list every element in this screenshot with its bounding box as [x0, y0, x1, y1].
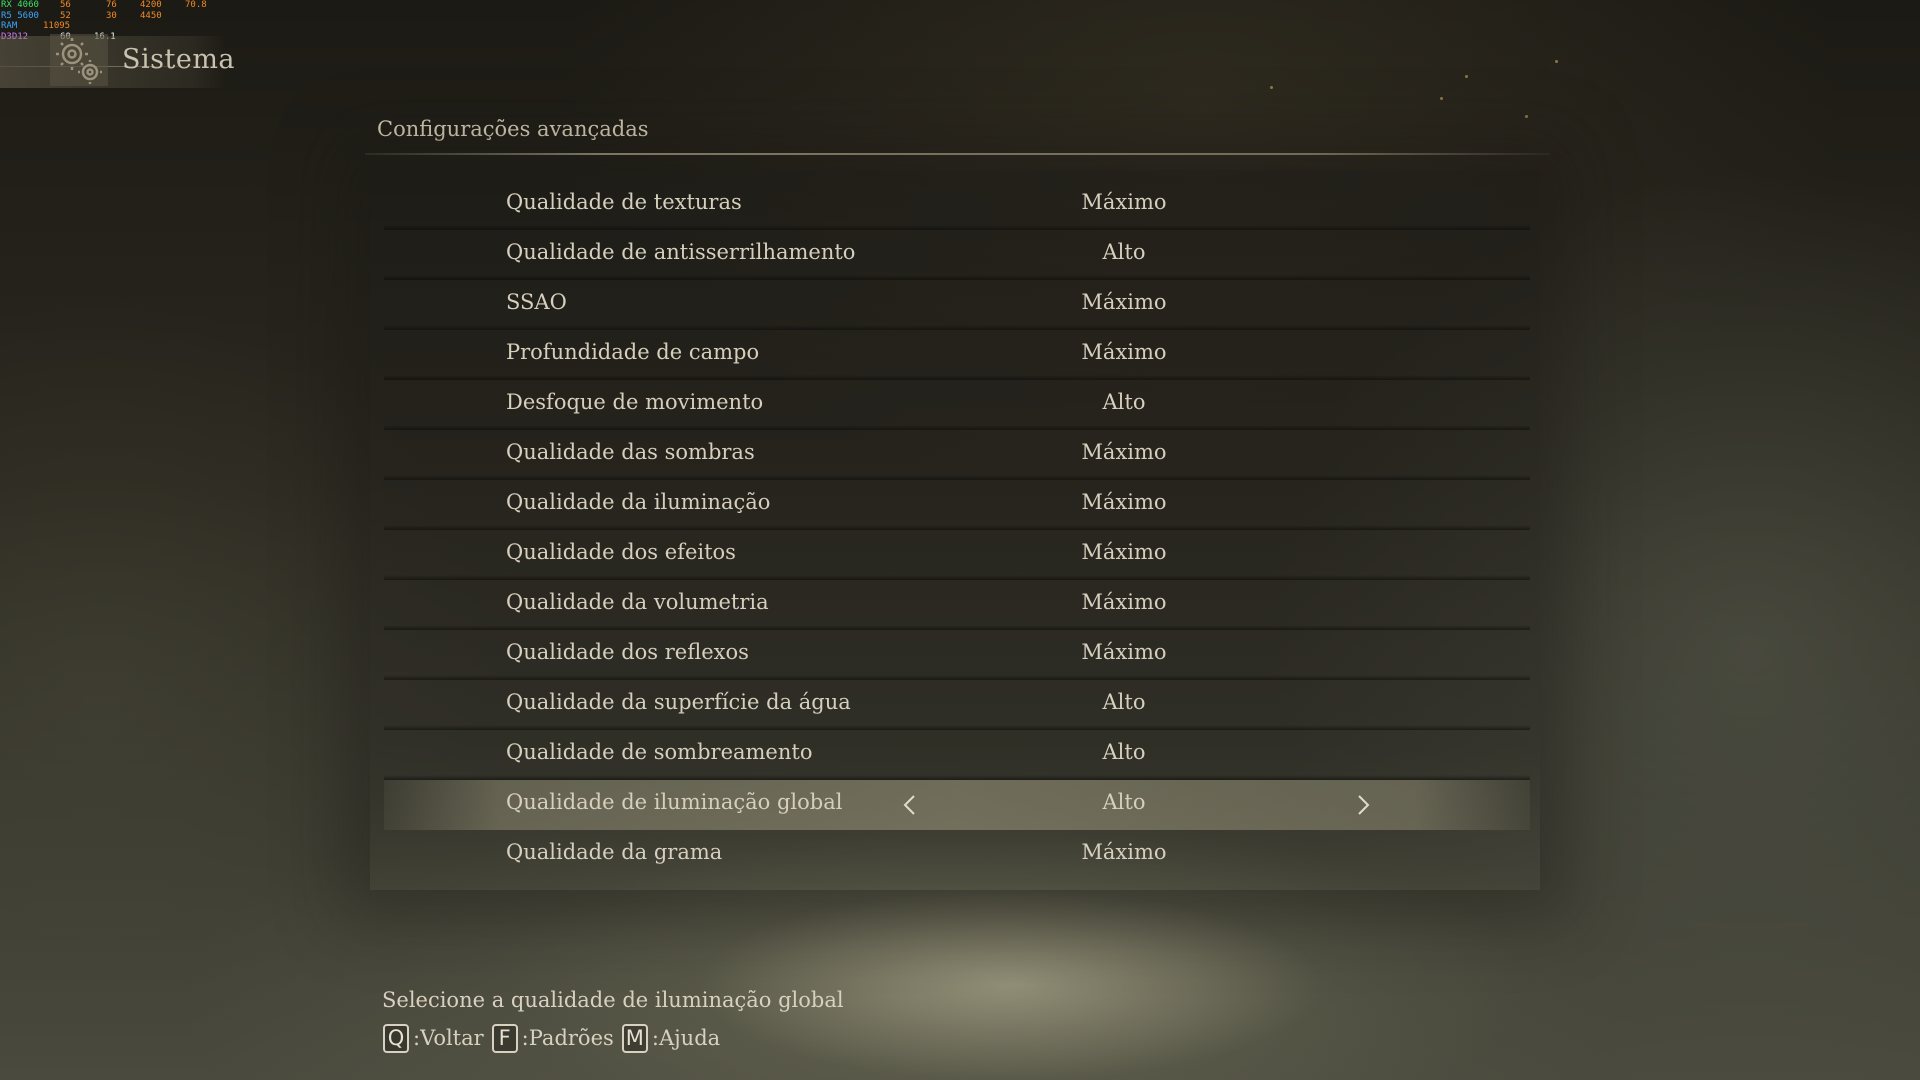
setting-row-shadow-quality[interactable]: Qualidade das sombras Máximo — [384, 430, 1530, 480]
page-title: Sistema — [122, 44, 236, 75]
key-q-icon[interactable]: Q — [383, 1023, 409, 1053]
settings-list: Qualidade de texturas Máximo Qualidade d… — [384, 180, 1530, 880]
setting-label: Qualidade de iluminação global — [506, 790, 843, 814]
osd-cpu-clock: 4450 — [140, 10, 162, 21]
setting-label: Qualidade de antisserrilhamento — [506, 240, 856, 264]
osd-gpu-label: RX 4060 — [1, 0, 39, 10]
osd-ram-row: RAM 11095 — [0, 21, 230, 32]
osd-gpu-row: RX 4060 56 76 4200 70.8 — [0, 0, 230, 11]
setting-row-effects-quality[interactable]: Qualidade dos efeitos Máximo — [384, 530, 1530, 580]
osd-cpu-load: 30 — [106, 10, 117, 21]
osd-cpu-temp: 52 — [60, 10, 71, 21]
setting-value: Máximo — [1081, 640, 1167, 664]
ember-speck — [1270, 86, 1273, 89]
osd-gpu-extra: 70.8 — [185, 0, 207, 10]
key-f-icon[interactable]: F — [491, 1023, 518, 1053]
setting-value: Alto — [1102, 390, 1146, 414]
chevron-right-icon[interactable] — [1352, 793, 1374, 817]
osd-ram-value: 11095 — [43, 21, 71, 31]
ember-speck — [1525, 115, 1528, 118]
setting-row-shader-quality[interactable]: Qualidade de sombreamento Alto — [384, 730, 1530, 780]
section-title: Configurações avançadas — [377, 117, 649, 141]
setting-row-motion-blur[interactable]: Desfoque de movimento Alto — [384, 380, 1530, 430]
ember-speck — [1555, 60, 1558, 63]
setting-label: Qualidade da volumetria — [506, 590, 769, 614]
help-text: Selecione a qualidade de iluminação glob… — [382, 988, 844, 1012]
gear-icon — [50, 34, 108, 86]
setting-label: Qualidade dos reflexos — [506, 640, 749, 664]
setting-label: SSAO — [506, 290, 567, 314]
setting-row-grass-quality[interactable]: Qualidade da grama Máximo — [384, 830, 1530, 880]
osd-ram-label: RAM — [1, 21, 18, 31]
setting-value: Máximo — [1081, 290, 1167, 314]
section-divider — [365, 153, 1550, 155]
defaults-label[interactable]: :Padrões — [522, 1026, 614, 1050]
key-m-icon[interactable]: M — [621, 1023, 648, 1053]
setting-value: Alto — [1102, 240, 1146, 264]
ember-speck — [1465, 75, 1468, 78]
setting-value: Máximo — [1081, 440, 1167, 464]
setting-value: Alto — [1102, 790, 1146, 814]
setting-value: Máximo — [1081, 590, 1167, 614]
osd-cpu-label: R5 5600 — [1, 10, 39, 21]
setting-row-reflection-quality[interactable]: Qualidade dos reflexos Máximo — [384, 630, 1530, 680]
chevron-left-icon[interactable] — [899, 793, 921, 817]
setting-label: Qualidade de texturas — [506, 190, 742, 214]
setting-label: Qualidade dos efeitos — [506, 540, 736, 564]
setting-value: Máximo — [1081, 340, 1167, 364]
setting-value: Máximo — [1081, 540, 1167, 564]
setting-row-lighting-quality[interactable]: Qualidade da iluminação Máximo — [384, 480, 1530, 530]
setting-value: Alto — [1102, 740, 1146, 764]
osd-gpu-load: 76 — [106, 0, 117, 10]
control-hints: Q :Voltar F :Padrões M :Ajuda — [383, 1022, 728, 1054]
setting-value: Alto — [1102, 690, 1146, 714]
setting-label: Desfoque de movimento — [506, 390, 764, 414]
osd-gpu-clock: 4200 — [140, 0, 162, 10]
setting-row-volumetric-quality[interactable]: Qualidade da volumetria Máximo — [384, 580, 1530, 630]
ember-speck — [1440, 97, 1443, 100]
setting-row-antialiasing[interactable]: Qualidade de antisserrilhamento Alto — [384, 230, 1530, 280]
help-label[interactable]: :Ajuda — [652, 1026, 720, 1050]
osd-cpu-row: R5 5600 52 30 4450 — [0, 11, 230, 22]
setting-row-ssao[interactable]: SSAO Máximo — [384, 280, 1530, 330]
setting-label: Qualidade da superfície da água — [506, 690, 851, 714]
setting-label: Qualidade de sombreamento — [506, 740, 813, 764]
setting-value: Máximo — [1081, 190, 1167, 214]
setting-label: Qualidade da grama — [506, 840, 723, 864]
back-label[interactable]: :Voltar — [413, 1026, 484, 1050]
setting-label: Profundidade de campo — [506, 340, 760, 364]
setting-value: Máximo — [1081, 490, 1167, 514]
setting-label: Qualidade da iluminação — [506, 490, 771, 514]
osd-gpu-temp: 56 — [60, 0, 71, 10]
setting-label: Qualidade das sombras — [506, 440, 755, 464]
setting-row-texture-quality[interactable]: Qualidade de texturas Máximo — [384, 180, 1530, 230]
setting-value: Máximo — [1081, 840, 1167, 864]
setting-row-global-illumination-quality[interactable]: Qualidade de iluminação global Alto — [384, 780, 1530, 830]
setting-row-depth-of-field[interactable]: Profundidade de campo Máximo — [384, 330, 1530, 380]
setting-row-water-surface-quality[interactable]: Qualidade da superfície da água Alto — [384, 680, 1530, 730]
